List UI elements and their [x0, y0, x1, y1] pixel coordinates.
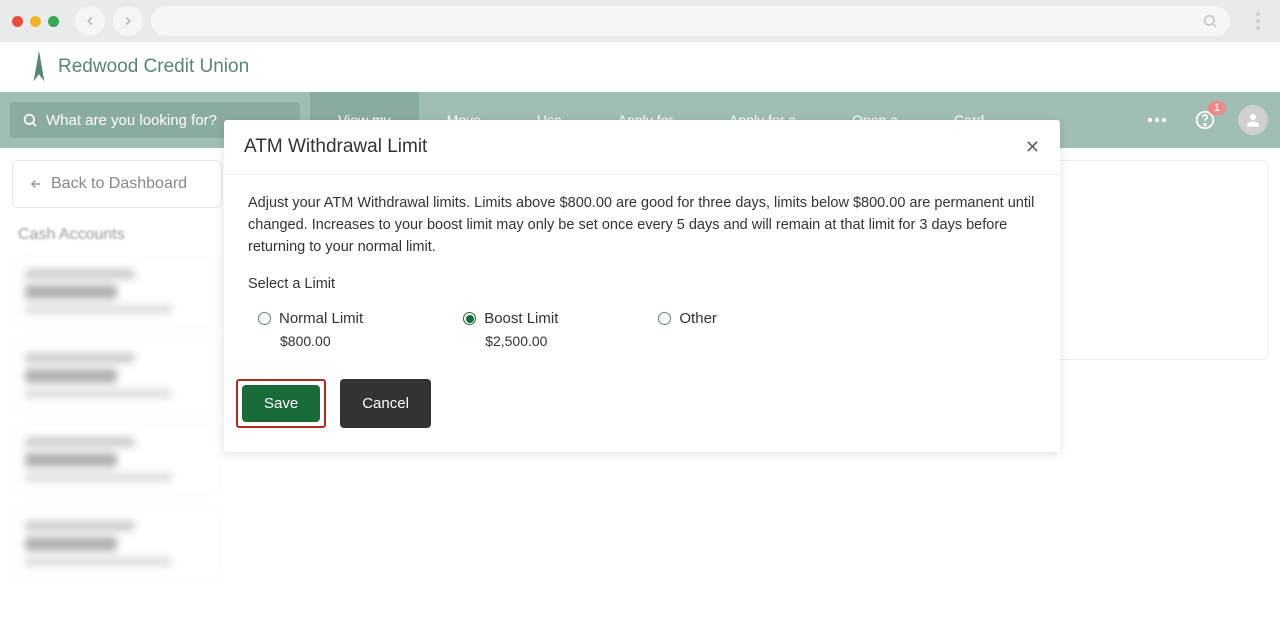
modal-header: ATM Withdrawal Limit ✕	[224, 120, 1060, 175]
minimize-window-icon[interactable]	[30, 16, 41, 27]
sidebar: Back to Dashboard Cash Accounts	[12, 160, 222, 580]
option-other[interactable]: Other	[658, 310, 717, 349]
option-label: Normal Limit	[279, 310, 363, 327]
avatar[interactable]	[1238, 105, 1268, 135]
window-controls	[12, 16, 59, 27]
select-limit-label: Select a Limit	[248, 276, 1036, 292]
notification-badge: 1	[1208, 101, 1226, 115]
modal-description: Adjust your ATM Withdrawal limits. Limit…	[248, 193, 1036, 258]
arrow-left-icon	[29, 177, 43, 191]
atm-limit-modal: ATM Withdrawal Limit ✕ Adjust your ATM W…	[224, 120, 1060, 452]
option-amount: $800.00	[280, 333, 363, 349]
modal-body: Adjust your ATM Withdrawal limits. Limit…	[224, 175, 1060, 452]
radio-icon	[463, 312, 476, 325]
close-icon[interactable]: ✕	[1025, 137, 1040, 158]
cancel-button[interactable]: Cancel	[340, 379, 431, 428]
back-button[interactable]	[75, 6, 105, 36]
brand-logo-icon	[30, 49, 48, 85]
option-normal-limit[interactable]: Normal Limit $800.00	[258, 310, 363, 349]
radio-icon	[258, 312, 271, 325]
logo-area: Redwood Credit Union	[0, 42, 1280, 92]
radio-icon	[658, 312, 671, 325]
browser-menu-icon[interactable]	[1248, 12, 1268, 30]
brand-name: Redwood Credit Union	[58, 56, 249, 78]
option-boost-limit[interactable]: Boost Limit $2,500.00	[463, 310, 558, 349]
modal-actions: Save Cancel	[236, 379, 1036, 428]
search-icon	[1202, 13, 1218, 29]
option-label: Boost Limit	[484, 310, 558, 327]
more-icon[interactable]	[1142, 105, 1172, 135]
limit-options: Normal Limit $800.00 Boost Limit $2,500.…	[248, 310, 1036, 349]
save-button[interactable]: Save	[242, 385, 320, 422]
search-icon	[22, 112, 38, 128]
accounts-section-label: Cash Accounts	[12, 226, 222, 244]
option-label: Other	[679, 310, 717, 327]
save-highlight: Save	[236, 379, 326, 428]
search-placeholder: What are you looking for?	[46, 112, 217, 129]
nav-right: 1	[1142, 105, 1268, 135]
modal-title: ATM Withdrawal Limit	[244, 136, 427, 158]
account-card[interactable]	[12, 340, 222, 412]
account-card[interactable]	[12, 256, 222, 328]
account-card[interactable]	[12, 424, 222, 496]
account-card[interactable]	[12, 508, 222, 580]
url-bar[interactable]	[151, 6, 1230, 36]
help-icon[interactable]: 1	[1190, 105, 1220, 135]
forward-button[interactable]	[113, 6, 143, 36]
maximize-window-icon[interactable]	[48, 16, 59, 27]
option-amount: $2,500.00	[485, 333, 558, 349]
close-window-icon[interactable]	[12, 16, 23, 27]
back-label: Back to Dashboard	[51, 175, 187, 193]
back-to-dashboard[interactable]: Back to Dashboard	[12, 160, 222, 208]
browser-chrome	[0, 0, 1280, 42]
